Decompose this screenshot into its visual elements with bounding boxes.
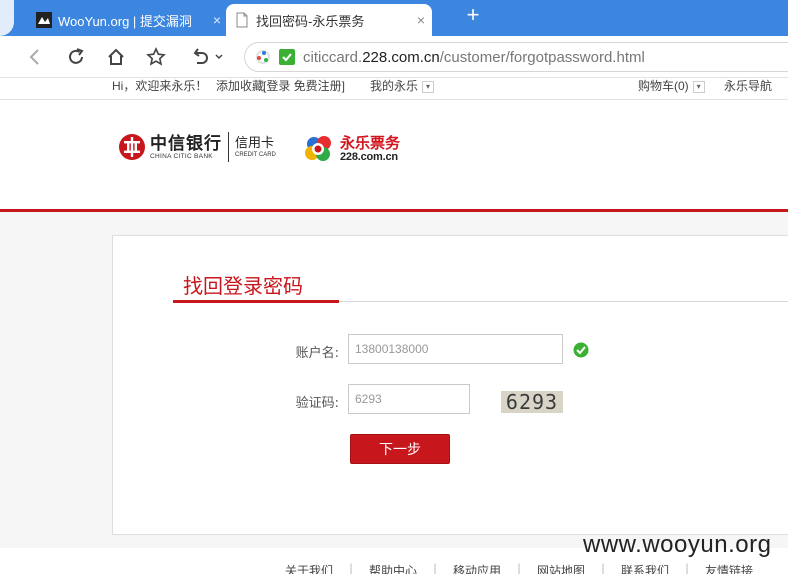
url-text: citiccard.228.com.cn/customer/forgotpass… [303, 48, 645, 66]
citic-brand[interactable]: 中信银行 CHINA CITIC BANK 信用卡 CREDIT CARD [118, 132, 276, 162]
citic-name-cn: 中信银行 [150, 133, 222, 154]
chevron-down-icon: ▾ [692, 80, 705, 93]
add-favorite-link[interactable]: 添加收藏 [216, 78, 264, 94]
yongle-domain: 228.com.cn [340, 151, 398, 163]
browser-corner [0, 0, 14, 36]
wooyun-favicon-icon [36, 12, 52, 28]
site-header: 中信银行 CHINA CITIC BANK 信用卡 CREDIT CARD 永乐… [0, 100, 788, 212]
footer-link-help[interactable]: 帮助中心 [369, 562, 417, 574]
footer-separator: | [685, 562, 690, 574]
captcha-label: 验证码: [295, 396, 339, 411]
chevron-down-icon: ▾ [422, 80, 435, 93]
tab-wooyun[interactable]: WooYun.org | 提交漏洞 × [28, 4, 228, 36]
tab-title: WooYun.org | 提交漏洞 [58, 13, 192, 29]
next-step-button[interactable]: 下一步 [350, 434, 450, 464]
my-yongle-menu[interactable]: 我的永乐 ▾ [370, 78, 435, 94]
footer-separator: | [601, 562, 606, 574]
welcome-text: Hi，欢迎来永乐！ [112, 79, 208, 93]
yongle-text: 永乐票务 228.com.cn [340, 135, 400, 163]
account-input[interactable] [348, 334, 563, 364]
cart-label: 购物车(0) [638, 79, 689, 93]
tab-forgot-password[interactable]: 找回密码-永乐票务 × [226, 4, 432, 36]
credit-card-cn: 信用卡 [235, 136, 275, 151]
tab-close-icon[interactable]: × [206, 12, 228, 28]
footer-link-mobile[interactable]: 移动应用 [453, 562, 501, 574]
browser-tabbar: WooYun.org | 提交漏洞 × 找回密码-永乐票务 × + [0, 0, 788, 36]
reload-button[interactable] [63, 45, 89, 69]
title-accent-bar [173, 300, 339, 303]
brand-divider [228, 132, 229, 162]
secure-check-icon [279, 49, 295, 65]
yongle-logo-icon [305, 136, 331, 161]
citic-text: 中信银行 CHINA CITIC BANK [150, 135, 222, 160]
site-top-strip: Hi，欢迎来永乐！ 添加收藏 [登录 免费注册] 我的永乐 ▾ 购物车(0) ▾ 永… [0, 78, 788, 100]
account-label: 账户名: [295, 346, 339, 361]
page-favicon-icon [236, 12, 248, 28]
site-info-icon [256, 50, 270, 64]
footer-link-contact[interactable]: 联系我们 [621, 562, 669, 574]
tab-title: 找回密码-永乐票务 [256, 13, 365, 29]
captcha-input[interactable] [348, 384, 470, 414]
footer-separator: | [433, 562, 438, 574]
back-arrow-icon [29, 49, 39, 65]
footer-separator: | [517, 562, 522, 574]
citic-logo-icon [119, 134, 145, 160]
new-tab-button[interactable]: + [462, 4, 484, 28]
undo-icon [193, 48, 223, 64]
forgot-password-panel: 找回登录密码 账户名: 验证码: 6293 下一步 [112, 235, 788, 535]
guide-label: 永乐导航 [724, 79, 773, 93]
bookmark-button[interactable] [143, 45, 169, 69]
home-icon [108, 48, 124, 65]
tab-close-icon[interactable]: × [410, 12, 432, 28]
credit-card-text: 信用卡 CREDIT CARD [235, 136, 276, 158]
undo-button[interactable] [190, 45, 226, 69]
cart-menu[interactable]: 购物车(0) ▾ [638, 78, 705, 94]
watermark: www.wooyun.org [583, 531, 772, 558]
back-button[interactable] [22, 45, 48, 69]
credit-card-en: CREDIT CARD [235, 152, 276, 158]
yongle-name-cn: 永乐票务 [340, 134, 401, 152]
home-button[interactable] [103, 45, 129, 69]
reload-icon [69, 48, 84, 64]
browser-navbar: citiccard.228.com.cn/customer/forgotpass… [0, 36, 788, 78]
page-title: 找回登录密码 [183, 274, 303, 298]
footer-separator: | [349, 562, 354, 574]
captcha-image[interactable]: 6293 [501, 391, 563, 413]
address-bar[interactable]: citiccard.228.com.cn/customer/forgotpass… [244, 42, 788, 72]
login-register-link[interactable]: [登录 免费注册] [263, 78, 345, 94]
footer-link-about[interactable]: 关于我们 [285, 562, 333, 574]
yongle-brand[interactable]: 永乐票务 228.com.cn [302, 134, 400, 164]
footer-link-sitemap[interactable]: 网站地图 [537, 562, 585, 574]
my-yongle-label: 我的永乐 [370, 79, 419, 93]
guide-menu[interactable]: 永乐导航 [724, 78, 772, 94]
star-icon [146, 47, 166, 66]
citic-name-en: CHINA CITIC BANK [150, 152, 213, 160]
check-circle-icon [573, 342, 589, 358]
footer-link-friends[interactable]: 友情链接 [705, 562, 753, 574]
